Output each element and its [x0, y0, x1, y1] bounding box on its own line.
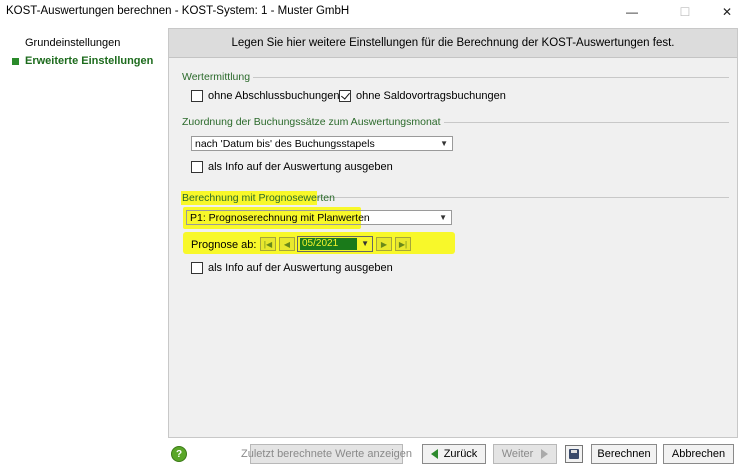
ohne-abschlussbuchungen-checkbox[interactable]: ohne Abschlussbuchungen	[191, 90, 340, 102]
panel-header: Legen Sie hier weitere Einstellungen für…	[169, 29, 737, 58]
window-title: KOST-Auswertungen berechnen - KOST-Syste…	[6, 5, 350, 17]
group-title-wertermittlung: Wertermittlung	[182, 71, 254, 83]
maximize-button[interactable]: ☐	[662, 0, 708, 24]
sidebar-item-erweiterte-einstellungen[interactable]: Erweiterte Einstellungen	[12, 53, 153, 69]
back-button[interactable]: Zurück	[422, 444, 486, 464]
next-icon: ▶	[380, 239, 388, 249]
button-label: Weiter	[501, 448, 534, 460]
button-label: Zuletzt berechnete Werte anzeigen	[241, 448, 413, 460]
zuletzt-berechnete-werte-button[interactable]: Zuletzt berechnete Werte anzeigen	[241, 444, 412, 464]
arrow-left-icon	[430, 449, 438, 459]
sidebar-item-label: Erweiterte Einstellungen	[25, 55, 154, 67]
checkbox-label: als Info auf der Auswertung ausgeben	[208, 262, 393, 274]
button-label: Abbrechen	[671, 448, 726, 460]
first-month-button[interactable]: |◀	[260, 237, 276, 251]
prognose-info-checkbox[interactable]: als Info auf der Auswertung ausgeben	[191, 262, 393, 274]
sidebar-item-grundeinstellungen[interactable]: Grundeinstellungen	[25, 35, 120, 51]
berechnen-button[interactable]: Berechnen	[591, 444, 657, 464]
last-month-button[interactable]: ▶|	[395, 237, 411, 251]
arrow-right-icon	[541, 449, 549, 459]
chevron-down-icon[interactable]: ▼	[439, 213, 447, 222]
checkbox-box[interactable]	[191, 262, 203, 274]
help-button[interactable]: ?	[171, 446, 187, 462]
help-icon: ?	[175, 448, 183, 460]
button-label: Berechnen	[597, 448, 651, 460]
group-title-prognose: Berechnung mit Prognosewerten	[182, 192, 335, 204]
save-button[interactable]	[565, 445, 583, 463]
chevron-down-icon[interactable]: ▼	[361, 239, 369, 248]
close-icon: ✕	[721, 5, 733, 19]
settings-panel: Legen Sie hier weitere Einstellungen für…	[168, 28, 738, 438]
skip-last-icon: ▶|	[398, 239, 408, 249]
floppy-disk-icon	[569, 449, 579, 459]
checkbox-box[interactable]	[191, 161, 203, 173]
checkbox-box[interactable]	[191, 90, 203, 102]
skip-first-icon: |◀	[263, 239, 273, 249]
checkbox-box-checked[interactable]	[339, 90, 351, 102]
prev-month-button[interactable]: ◀	[279, 237, 295, 251]
checkbox-label: ohne Abschlussbuchungen	[208, 90, 340, 102]
month-picker[interactable]: 05/2021 ▼	[297, 236, 373, 252]
group-title-zuordnung: Zuordnung der Buchungssätze zum Auswertu…	[182, 116, 444, 128]
title-bar: KOST-Auswertungen berechnen - KOST-Syste…	[0, 0, 744, 24]
maximize-icon: ☐	[679, 5, 691, 19]
zuordnung-info-checkbox[interactable]: als Info auf der Auswertung ausgeben	[191, 161, 393, 173]
prognose-ab-label: Prognose ab:	[191, 239, 257, 251]
minimize-button[interactable]: —	[609, 0, 655, 24]
minimize-icon: —	[626, 5, 638, 19]
select-value: nach 'Datum bis' des Buchungsstapels	[195, 137, 375, 150]
month-value[interactable]: 05/2021	[300, 238, 357, 250]
next-button[interactable]: Weiter	[493, 444, 557, 464]
active-marker-icon	[12, 57, 19, 65]
ohne-saldovortragsbuchungen-checkbox[interactable]: ohne Saldovortragsbuchungen	[339, 90, 506, 102]
button-label: Zurück	[443, 448, 478, 460]
next-month-button[interactable]: ▶	[376, 237, 392, 251]
close-button[interactable]: ✕	[704, 0, 744, 24]
select-value: P1: Prognoserechnung mit Planwerten	[190, 211, 370, 224]
zuordnung-select[interactable]: nach 'Datum bis' des Buchungsstapels ▼	[191, 136, 453, 151]
group-divider	[183, 77, 729, 78]
abbrechen-button[interactable]: Abbrechen	[663, 444, 734, 464]
sidebar: Grundeinstellungen Erweiterte Einstellun…	[0, 24, 166, 471]
chevron-down-icon[interactable]: ▼	[440, 139, 448, 148]
prev-icon: ◀	[283, 239, 291, 249]
checkbox-label: ohne Saldovortragsbuchungen	[356, 90, 506, 102]
checkbox-label: als Info auf der Auswertung ausgeben	[208, 161, 393, 173]
sidebar-item-label: Grundeinstellungen	[25, 37, 121, 49]
prognose-select[interactable]: P1: Prognoserechnung mit Planwerten ▼	[186, 210, 452, 225]
